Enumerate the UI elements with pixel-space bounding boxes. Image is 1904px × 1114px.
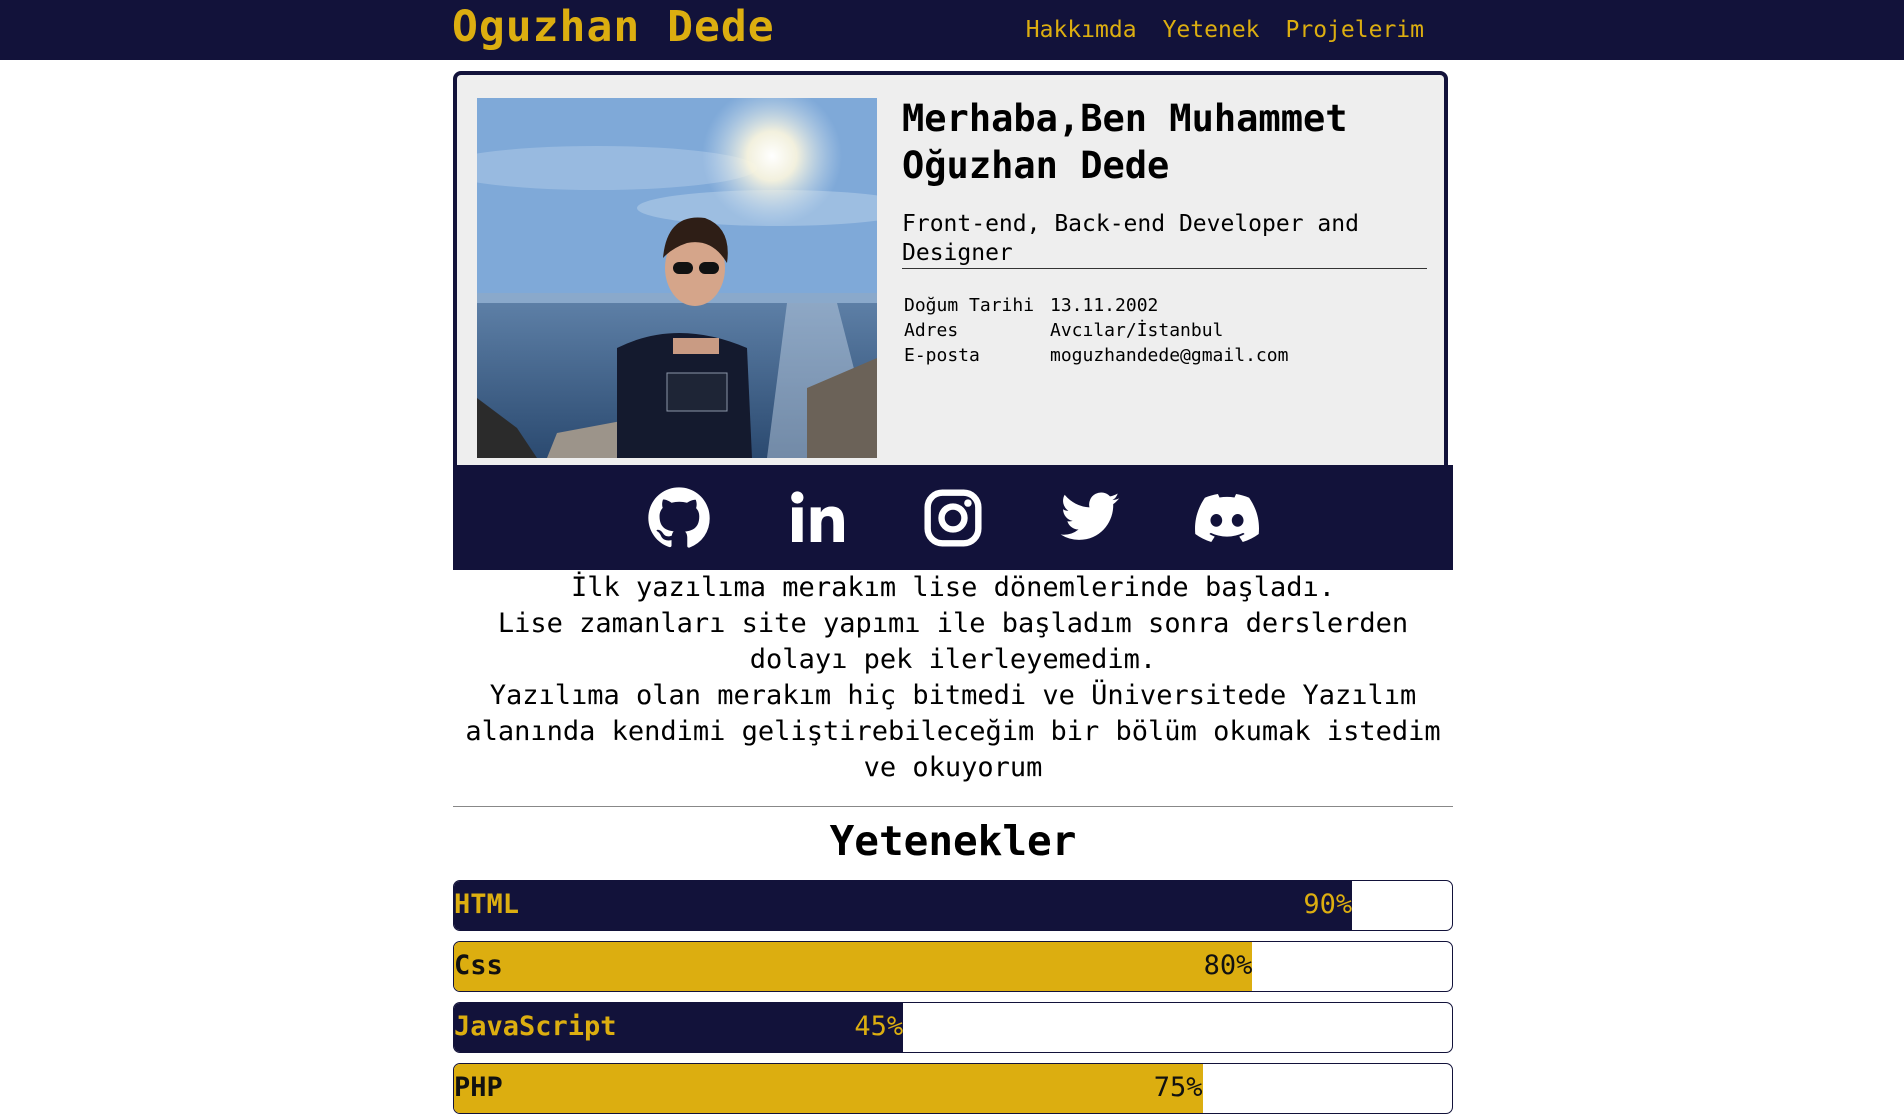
info-label: Doğum Tarihi [904,295,1035,316]
profile-role: Front-end, Back-end Developer and Design… [902,210,1427,269]
profile-photo-illustration [477,98,877,458]
section-divider [453,806,1453,807]
linkedin-icon[interactable] [784,486,848,550]
skill-bar-fill [454,1064,1203,1113]
info-value[interactable]: moguzhandede@gmail.com [1050,343,1288,368]
about-line: Lise zamanları site yapımı ile başladım … [497,608,1409,675]
info-value: 13.11.2002 [1050,295,1159,316]
profile-card: Merhaba,Ben Muhammet Oğuzhan Dede Front-… [453,71,1448,465]
twitter-icon[interactable] [1058,486,1122,550]
nav-links: Hakkımda Yetenek Projelerim [1026,17,1424,43]
skill-name: PHP [454,1072,503,1103]
info-row-address: Adres Avcılar/İstanbul [904,318,1288,343]
skill-name: HTML [454,889,520,920]
skill-name: Css [454,950,503,981]
info-label: E-posta [904,345,980,366]
about-line: İlk yazılıma merakım lise dönemlerinde b… [570,572,1335,603]
profile-photo [477,98,877,458]
brand-title[interactable]: Oguzhan Dede [452,2,775,52]
skill-percent: 80% [1203,950,1253,981]
skill-bar-javascript: JavaScript 45% [453,1002,1453,1053]
skill-percent: 45% [854,1011,904,1042]
skill-bar-php: PHP 75% [453,1063,1453,1114]
skill-bar-fill [454,881,1353,930]
nav-link-skills[interactable]: Yetenek [1163,17,1260,43]
skill-name: JavaScript [454,1011,617,1042]
nav-link-about[interactable]: Hakkımda [1026,17,1137,43]
about-line: Yazılıma olan merakım hiç bitmedi ve Üni… [465,680,1441,783]
skills-title: Yetenekler [829,817,1077,865]
skill-percent: 75% [1153,1072,1203,1103]
profile-info-table: Doğum Tarihi 13.11.2002 Adres Avcılar/İs… [904,293,1288,368]
skill-percent: 90% [1303,889,1353,920]
info-row-birthdate: Doğum Tarihi 13.11.2002 [904,293,1288,318]
skill-bar-html: HTML 90% [453,880,1453,931]
top-navbar: Oguzhan Dede Hakkımda Yetenek Projelerim [0,0,1904,60]
info-label: Adres [904,320,959,341]
skill-bar-css: Css 80% [453,941,1453,992]
about-section: İlk yazılıma merakım lise dönemlerinde b… [453,570,1453,786]
discord-icon[interactable] [1195,486,1259,550]
profile-headline: Merhaba,Ben Muhammet Oğuzhan Dede [902,97,1348,187]
instagram-icon[interactable] [921,486,985,550]
info-row-email: E-posta moguzhandede@gmail.com [904,343,1288,368]
skill-bar-fill [454,942,1253,991]
github-icon[interactable] [647,486,711,550]
nav-link-projects[interactable]: Projelerim [1286,17,1424,43]
social-links-bar [453,465,1453,570]
info-value: Avcılar/İstanbul [1050,320,1224,341]
